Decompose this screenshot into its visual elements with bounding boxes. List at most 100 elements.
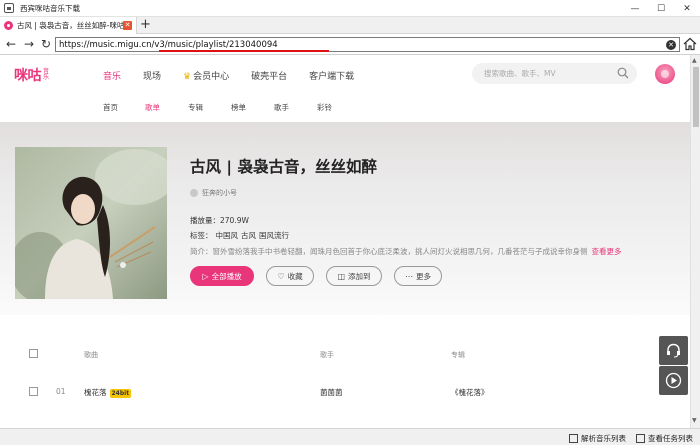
playlist-creator[interactable]: 狂奔的小号	[190, 188, 237, 198]
headset-icon	[667, 343, 680, 358]
window-title: 西宾咪咕音乐下载	[20, 3, 80, 13]
playlist-hero: 古风 | 袅袅古音，丝丝如醉 狂奔的小号 播放量：270.9W 标签： 中国风 古风…	[0, 122, 690, 315]
refresh-icon[interactable]: ↻	[38, 36, 54, 52]
parse-list-label: 解析音乐列表	[581, 434, 626, 443]
playlist-actions: ▷ 全部播放 ♡ 收藏 ◫ 添加到 ⋯ 更多	[190, 266, 454, 286]
song-album[interactable]: 《槐花落》	[451, 387, 489, 398]
tag-item[interactable]: 国风流行	[259, 231, 289, 240]
minimize-button[interactable]: —	[622, 0, 648, 17]
row-checkbox[interactable]	[29, 387, 38, 396]
collect-label: 收藏	[287, 271, 303, 281]
song-title-text[interactable]: 槐花落	[84, 388, 107, 397]
view-task-list-button[interactable]: 查看任务列表	[636, 433, 693, 444]
task-icon	[636, 434, 645, 443]
tags-label: 标签：	[190, 231, 213, 240]
intro-more-link[interactable]: 查看更多	[592, 247, 622, 256]
subnav-singer[interactable]: 歌手	[274, 102, 289, 113]
back-icon[interactable]: ←	[3, 36, 19, 52]
tab-playlist[interactable]: 古风 | 袅袅古音，丝丝如醉-咪咕... ✕	[0, 17, 137, 34]
url-text[interactable]: https://music.migu.cn/v3/music/playlist/…	[59, 40, 278, 50]
customer-service-button[interactable]	[659, 336, 688, 365]
nav-client-download[interactable]: 客户端下载	[309, 69, 354, 82]
user-avatar[interactable]	[655, 64, 675, 84]
logo-text: 咪咕	[14, 68, 42, 84]
forward-icon[interactable]: →	[21, 36, 37, 52]
subnav-album[interactable]: 专辑	[188, 102, 203, 113]
nav-vip-label: 会员中心	[193, 72, 230, 82]
page-scrollbar[interactable]: ▲ ▼	[690, 55, 700, 428]
play-icon: ▷	[202, 271, 209, 281]
header-album: 专辑	[451, 351, 465, 359]
nav-live[interactable]: 现场	[143, 69, 161, 82]
window-titlebar: 西宾咪咕音乐下载 — ☐ ✕	[0, 0, 700, 17]
play-all-label: 全部播放	[211, 271, 242, 281]
navigation-bar: ← → ↻ https://music.migu.cn/v3/music/pla…	[0, 34, 700, 55]
app-icon	[4, 3, 14, 13]
subnav-chart[interactable]: 榜单	[231, 102, 246, 113]
player-button[interactable]	[659, 366, 688, 395]
search-placeholder: 搜索歌曲、歌手、MV	[484, 69, 556, 78]
intro-text: 简介：窗外雪纷落我手中书卷轻翻，闻珠月色回首于你心底泛柔波，挑人间灯火说相思几何…	[190, 247, 588, 256]
tab-bar: 古风 | 袅袅古音，丝丝如醉-咪咕... ✕ +	[0, 17, 700, 34]
site-header: 咪咕 音乐 音乐 现场 ♛ 会员中心 破壳平台 客户端下载 搜索歌曲、歌手、MV	[0, 55, 690, 93]
task-list-label: 查看任务列表	[648, 434, 693, 443]
heart-icon: ♡	[277, 271, 285, 281]
nav-pokeke[interactable]: 破壳平台	[251, 69, 287, 82]
sub-nav: 首页 歌单 专辑 榜单 歌手 彩铃	[0, 93, 690, 122]
song-singer[interactable]: 菌菌菌	[320, 387, 343, 398]
nav-music[interactable]: 音乐	[103, 69, 121, 82]
play-all-button[interactable]: ▷ 全部播放	[190, 266, 254, 286]
new-tab-button[interactable]: +	[140, 18, 151, 32]
scroll-down-icon[interactable]: ▼	[692, 417, 697, 424]
tag-item[interactable]: 古风	[241, 231, 256, 240]
playlist-title: 古风 | 袅袅古音，丝丝如醉	[190, 158, 377, 176]
more-icon: ⋯	[405, 271, 413, 281]
tab-label: 古风 | 袅袅古音，丝丝如醉-咪咕...	[17, 21, 127, 30]
more-button[interactable]: ⋯ 更多	[394, 266, 442, 286]
search-box[interactable]: 搜索歌曲、歌手、MV	[472, 63, 637, 84]
header-song: 歌曲	[84, 351, 98, 359]
song-table: 歌曲 歌手 专辑 01 槐花落 24bit 菌菌菌 《槐花落》	[0, 315, 690, 425]
search-icon[interactable]	[617, 67, 629, 79]
more-label: 更多	[416, 271, 431, 281]
migu-favicon-icon	[4, 21, 13, 30]
migu-logo[interactable]: 咪咕 音乐	[14, 65, 51, 85]
add-to-label: 添加到	[348, 271, 371, 281]
logo-subtext: 音乐	[43, 68, 50, 81]
subnav-home[interactable]: 首页	[103, 102, 118, 113]
status-bar: 解析音乐列表 查看任务列表	[0, 428, 700, 445]
quality-badge: 24bit	[109, 389, 132, 398]
parse-music-list-button[interactable]: 解析音乐列表	[569, 433, 626, 444]
subnav-playlist[interactable]: 歌单	[145, 102, 160, 113]
nav-vip[interactable]: ♛ 会员中心	[183, 69, 229, 82]
list-icon	[569, 434, 578, 443]
creator-name[interactable]: 狂奔的小号	[202, 188, 237, 198]
header-singer: 歌手	[320, 351, 334, 359]
row-index: 01	[56, 387, 66, 396]
select-all-checkbox[interactable]	[29, 349, 38, 358]
playlist-tags: 标签： 中国风 古风 国风流行	[190, 230, 289, 241]
add-to-button[interactable]: ◫ 添加到	[326, 266, 382, 286]
scroll-up-icon[interactable]: ▲	[692, 57, 697, 64]
collect-button[interactable]: ♡ 收藏	[266, 266, 314, 286]
song-title[interactable]: 槐花落 24bit	[84, 387, 132, 398]
maximize-button[interactable]: ☐	[648, 0, 674, 17]
close-button[interactable]: ✕	[674, 0, 700, 17]
tab-close-icon[interactable]: ✕	[123, 21, 132, 30]
add-icon: ◫	[337, 271, 346, 281]
tag-item[interactable]: 中国风	[216, 231, 239, 240]
scrollbar-thumb[interactable]	[693, 67, 699, 127]
play-count-label: 播放量：	[190, 216, 220, 225]
play-count: 播放量：270.9W	[190, 215, 249, 226]
crown-icon: ♛	[183, 72, 192, 82]
creator-avatar	[190, 189, 198, 197]
playlist-cover-image[interactable]	[15, 147, 167, 299]
main-nav: 音乐 现场 ♛ 会员中心 破壳平台 客户端下载	[103, 69, 376, 82]
play-circle-icon	[665, 372, 682, 389]
subnav-ringtone[interactable]: 彩铃	[317, 102, 332, 113]
home-icon[interactable]	[683, 37, 697, 51]
playlist-intro: 简介：窗外雪纷落我手中书卷轻翻，闻珠月色回首于你心底泛柔波，挑人间灯火说相思几何…	[190, 246, 645, 257]
play-count-value: 270.9W	[220, 216, 249, 225]
address-bar[interactable]: https://music.migu.cn/v3/music/playlist/…	[55, 37, 680, 52]
clear-url-icon[interactable]: ✕	[666, 40, 676, 50]
